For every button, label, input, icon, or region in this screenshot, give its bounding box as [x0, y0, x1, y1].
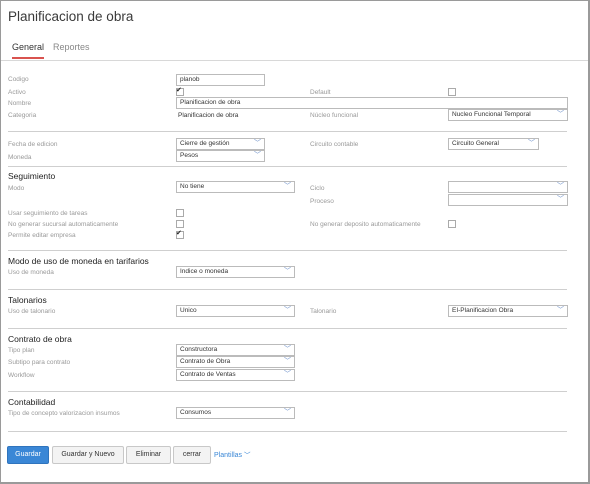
tipo-concepto-select[interactable]: Consumos ﹀: [176, 407, 295, 419]
moneda-label: Moneda: [8, 154, 32, 161]
circuito-value: Circuito General: [452, 140, 499, 147]
close-button[interactable]: cerrar: [173, 446, 211, 464]
ciclo-select[interactable]: ﹀: [448, 181, 568, 193]
chevron-down-icon: ﹀: [528, 140, 535, 147]
chevron-down-icon: ﹀: [557, 111, 564, 118]
section-talonarios-heading: Talonarios: [8, 295, 47, 305]
section-contrato-heading: Contrato de obra: [8, 334, 72, 344]
nucleo-label: Núcleo funcional: [310, 112, 359, 119]
chevron-down-icon: ﹀: [284, 183, 291, 190]
divider: [8, 289, 567, 290]
chevron-down-icon: ﹀: [557, 307, 564, 314]
categoria-value: Planificacion de obra: [178, 112, 239, 119]
workflow-label: Workflow: [8, 372, 35, 379]
chevron-down-icon: ﹀: [243, 452, 251, 459]
workflow-select[interactable]: Contrato de Ventas ﹀: [176, 369, 295, 381]
usar-seguimiento-label: Usar seguimiento de tareas: [8, 210, 88, 217]
divider: [8, 131, 567, 132]
uso-moneda-label: Uso de moneda: [8, 269, 54, 276]
plantillas-label: Plantillas: [214, 452, 243, 459]
permite-editar-label: Permite editar empresa: [8, 232, 76, 239]
chevron-down-icon: ﹀: [284, 307, 291, 314]
ciclo-label: Ciclo: [310, 185, 325, 192]
circuito-label: Circuito contable: [310, 141, 359, 148]
default-label: Default: [310, 89, 331, 96]
tipo-concepto-label: Tipo de concepto valorizacion insumos: [8, 410, 120, 417]
proceso-select[interactable]: ﹀: [448, 194, 568, 206]
chevron-down-icon: ﹀: [284, 346, 291, 353]
uso-moneda-select[interactable]: Indice o moneda ﹀: [176, 266, 295, 278]
chevron-down-icon: ﹀: [284, 409, 291, 416]
proceso-label: Proceso: [310, 198, 334, 205]
fecha-edicion-value: Cierre de gestión: [180, 140, 230, 147]
uso-talonario-select[interactable]: Unico ﹀: [176, 305, 295, 317]
no-generar-sucursal-checkbox[interactable]: [176, 220, 184, 228]
chevron-down-icon: ﹀: [254, 152, 261, 159]
no-generar-deposito-label: No generar deposito automaticamente: [310, 221, 421, 228]
uso-talonario-label: Uso de talonario: [8, 308, 56, 315]
no-generar-deposito-checkbox[interactable]: [448, 220, 456, 228]
chevron-down-icon: ﹀: [557, 183, 564, 190]
tipo-plan-label: Tipo plan: [8, 347, 35, 354]
divider: [8, 250, 567, 251]
plantillas-dropdown[interactable]: Plantillas ﹀: [214, 449, 250, 459]
activo-checkbox[interactable]: [176, 86, 184, 96]
talonario-value: EI-Planificacion Obra: [452, 307, 514, 314]
page-title: Planificacion de obra: [8, 9, 134, 24]
chevron-down-icon: ﹀: [254, 140, 261, 147]
categoria-label: Categoria: [8, 112, 37, 119]
activo-label: Activo: [8, 89, 26, 96]
divider: [8, 166, 567, 167]
divider: [8, 328, 567, 329]
delete-button[interactable]: Eliminar: [126, 446, 171, 464]
form-window: Planificacion de obra General Reportes C…: [0, 0, 590, 484]
divider: [8, 431, 567, 432]
modo-value: No tiene: [180, 183, 205, 190]
section-seguimiento-heading: Seguimiento: [8, 171, 56, 181]
chevron-down-icon: ﹀: [284, 358, 291, 365]
nombre-label: Nombre: [8, 100, 32, 107]
circuito-select[interactable]: Circuito General ﹀: [448, 138, 539, 150]
subtipo-label: Subtipo para contrato: [8, 359, 71, 366]
chevron-down-icon: ﹀: [557, 196, 564, 203]
codigo-input[interactable]: planob: [176, 74, 265, 86]
fecha-edicion-label: Fecha de edicion: [8, 141, 58, 148]
permite-editar-checkbox[interactable]: [176, 229, 184, 239]
moneda-value: Pesos: [180, 152, 199, 159]
talonario-label: Talonario: [310, 308, 337, 315]
section-modo-moneda-heading: Modo de uso de moneda en tarifarios: [8, 256, 149, 266]
subtipo-select[interactable]: Contrato de Obra ﹀: [176, 356, 295, 368]
moneda-select[interactable]: Pesos ﹀: [176, 150, 265, 162]
chevron-down-icon: ﹀: [284, 371, 291, 378]
tipo-plan-select[interactable]: Constructora ﹀: [176, 344, 295, 356]
nucleo-value: Nucleo Funcional Temporal: [452, 111, 531, 118]
uso-talonario-value: Unico: [180, 307, 197, 314]
nucleo-select[interactable]: Nucleo Funcional Temporal ﹀: [448, 109, 568, 121]
section-contabilidad-heading: Contabilidad: [8, 397, 56, 407]
subtipo-value: Contrato de Obra: [180, 358, 231, 365]
chevron-down-icon: ﹀: [284, 268, 291, 275]
divider: [8, 391, 567, 392]
talonario-select[interactable]: EI-Planificacion Obra ﹀: [448, 305, 568, 317]
tipo-plan-value: Constructora: [180, 346, 218, 353]
save-button[interactable]: Guardar: [7, 446, 49, 464]
codigo-label: Codigo: [8, 76, 29, 83]
tab-bar: General Reportes: [1, 39, 588, 61]
tab-reportes[interactable]: Reportes: [53, 42, 90, 52]
modo-select[interactable]: No tiene ﹀: [176, 181, 295, 193]
save-and-new-button[interactable]: Guardar y Nuevo: [52, 446, 124, 464]
nombre-input[interactable]: Planificacion de obra: [176, 97, 568, 109]
tab-general[interactable]: General: [12, 42, 45, 59]
fecha-edicion-select[interactable]: Cierre de gestión ﹀: [176, 138, 265, 150]
tipo-concepto-value: Consumos: [180, 409, 212, 416]
uso-moneda-value: Indice o moneda: [180, 268, 229, 275]
modo-label: Modo: [8, 185, 25, 192]
default-checkbox[interactable]: [448, 88, 456, 96]
no-generar-sucursal-label: No generar sucursal automaticamente: [8, 221, 119, 228]
workflow-value: Contrato de Ventas: [180, 371, 236, 378]
usar-seguimiento-checkbox[interactable]: [176, 209, 184, 217]
